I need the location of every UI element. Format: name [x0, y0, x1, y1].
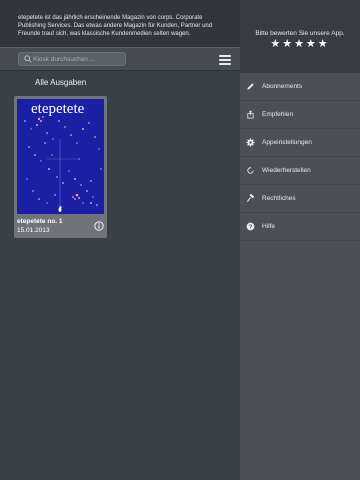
menu-item-appeinstellungen[interactable]: Appeinstellungen: [240, 129, 360, 157]
menu-item-wiederherstellen[interactable]: Wiederherstellen: [240, 157, 360, 185]
info-icon[interactable]: [94, 221, 104, 231]
kiosk-panel: [0, 0, 240, 480]
issue-card[interactable]: etepetete etepetete no. 1 15.01.2013: [14, 96, 107, 238]
svg-text:?: ?: [249, 225, 253, 231]
search-bar: [0, 47, 240, 71]
hamburger-menu-icon[interactable]: [219, 55, 231, 65]
search-input[interactable]: [33, 53, 123, 65]
menu-item-label: Appeinstellungen: [262, 139, 312, 146]
settings-menu: Abonnements Empfehlen Appeinstellungen W…: [240, 73, 360, 241]
help-icon: ?: [246, 222, 255, 231]
menu-item-label: Hilfe: [262, 223, 276, 230]
intro-text: etepetete ist das jährlich erscheinende …: [0, 0, 240, 47]
hammer-icon: [246, 194, 255, 202]
cover-title: etepetete: [31, 101, 85, 117]
menu-item-rechtliches[interactable]: Rechtliches: [240, 185, 360, 213]
menu-item-abonnements[interactable]: Abonnements: [240, 73, 360, 101]
rating-stars[interactable]: ★★★★★: [240, 37, 360, 50]
menu-item-empfehlen[interactable]: Empfehlen: [240, 101, 360, 129]
rating-prompt[interactable]: Bitte bewerten Sie unsere App. ★★★★★: [240, 0, 360, 73]
section-title: Alle Ausgaben: [35, 78, 87, 87]
pencil-icon: [247, 83, 254, 90]
menu-item-label: Abonnements: [262, 83, 303, 90]
menu-item-label: Rechtliches: [262, 195, 296, 202]
menu-item-label: Wiederherstellen: [262, 167, 311, 174]
menu-item-label: Empfehlen: [262, 111, 294, 118]
search-field[interactable]: [18, 52, 126, 66]
restore-icon: [247, 166, 254, 174]
issue-name: etepetete no. 1: [17, 218, 63, 225]
gear-icon: [246, 138, 255, 147]
menu-item-hilfe[interactable]: ? Hilfe: [240, 213, 360, 241]
search-icon: [24, 55, 32, 63]
rating-text: Bitte bewerten Sie unsere App.: [255, 30, 345, 37]
share-icon: [247, 110, 254, 119]
issue-date: 15.01.2013: [17, 227, 50, 234]
issue-cover-image[interactable]: etepetete: [17, 99, 104, 214]
